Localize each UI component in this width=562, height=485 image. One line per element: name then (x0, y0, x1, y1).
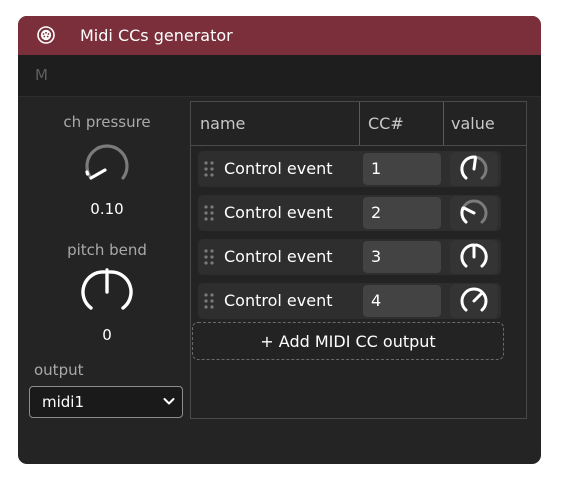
pressure-value: 0.10 (90, 200, 124, 218)
pitch-knob-icon (81, 268, 133, 310)
window-title: Midi CCs generator (80, 26, 233, 45)
table-header: name CC# value (191, 102, 526, 146)
row-name: Control event (224, 159, 333, 178)
table-row[interactable]: Control event 3 (198, 239, 501, 275)
knob-icon (460, 155, 488, 180)
knob-icon (460, 243, 488, 268)
pitch-value: 0 (102, 326, 112, 344)
chevron-down-icon (163, 398, 175, 405)
cc-number-value: 2 (371, 203, 382, 222)
midi-port-icon (37, 26, 55, 44)
row-name: Control event (224, 203, 333, 222)
column-divider[interactable] (359, 102, 360, 145)
pressure-label: ch pressure (63, 113, 151, 131)
value-knob[interactable] (450, 240, 498, 274)
output-selected-value: midi1 (42, 393, 85, 411)
cc-number-input[interactable]: 2 (363, 197, 441, 229)
drag-handle-icon[interactable] (204, 249, 214, 265)
header-cc: CC# (368, 114, 404, 133)
output-select[interactable]: midi1 (29, 386, 183, 418)
table-row[interactable]: Control event 4 (198, 283, 501, 319)
cc-number-input[interactable]: 4 (363, 285, 441, 317)
cc-number-input[interactable]: 1 (363, 153, 441, 185)
row-name: Control event (224, 247, 333, 266)
cc-number-value: 1 (371, 159, 382, 178)
mode-letter[interactable]: M (35, 66, 48, 84)
column-divider[interactable] (443, 102, 444, 145)
drag-handle-icon[interactable] (204, 293, 214, 309)
cc-table: name CC# value Control event 1 Control e… (190, 101, 527, 419)
value-knob[interactable] (450, 196, 498, 230)
row-name: Control event (224, 291, 333, 310)
table-row[interactable]: Control event 2 (198, 195, 501, 231)
drag-handle-icon[interactable] (204, 205, 214, 221)
header-name: name (200, 114, 246, 133)
pressure-knob-icon (85, 144, 129, 180)
cc-number-value: 4 (371, 291, 382, 310)
knob-icon (460, 199, 488, 224)
pressure-knob[interactable] (79, 138, 135, 190)
pitch-label: pitch bend (67, 241, 147, 259)
knob-icon (460, 287, 488, 312)
drag-handle-icon[interactable] (204, 161, 214, 177)
value-knob[interactable] (450, 152, 498, 186)
cc-number-value: 3 (371, 247, 382, 266)
midi-cc-generator-panel: Midi CCs generator M ch pressure 0.10 pi… (18, 16, 541, 464)
output-label: output (34, 361, 84, 379)
table-row[interactable]: Control event 1 (198, 151, 501, 187)
add-midi-cc-output-button[interactable]: + Add MIDI CC output (192, 322, 504, 360)
pitch-knob[interactable] (79, 266, 135, 318)
title-bar[interactable]: Midi CCs generator (18, 16, 541, 55)
cc-number-input[interactable]: 3 (363, 241, 441, 273)
mode-bar: M (18, 55, 541, 97)
header-value: value (451, 114, 495, 133)
value-knob[interactable] (450, 284, 498, 318)
